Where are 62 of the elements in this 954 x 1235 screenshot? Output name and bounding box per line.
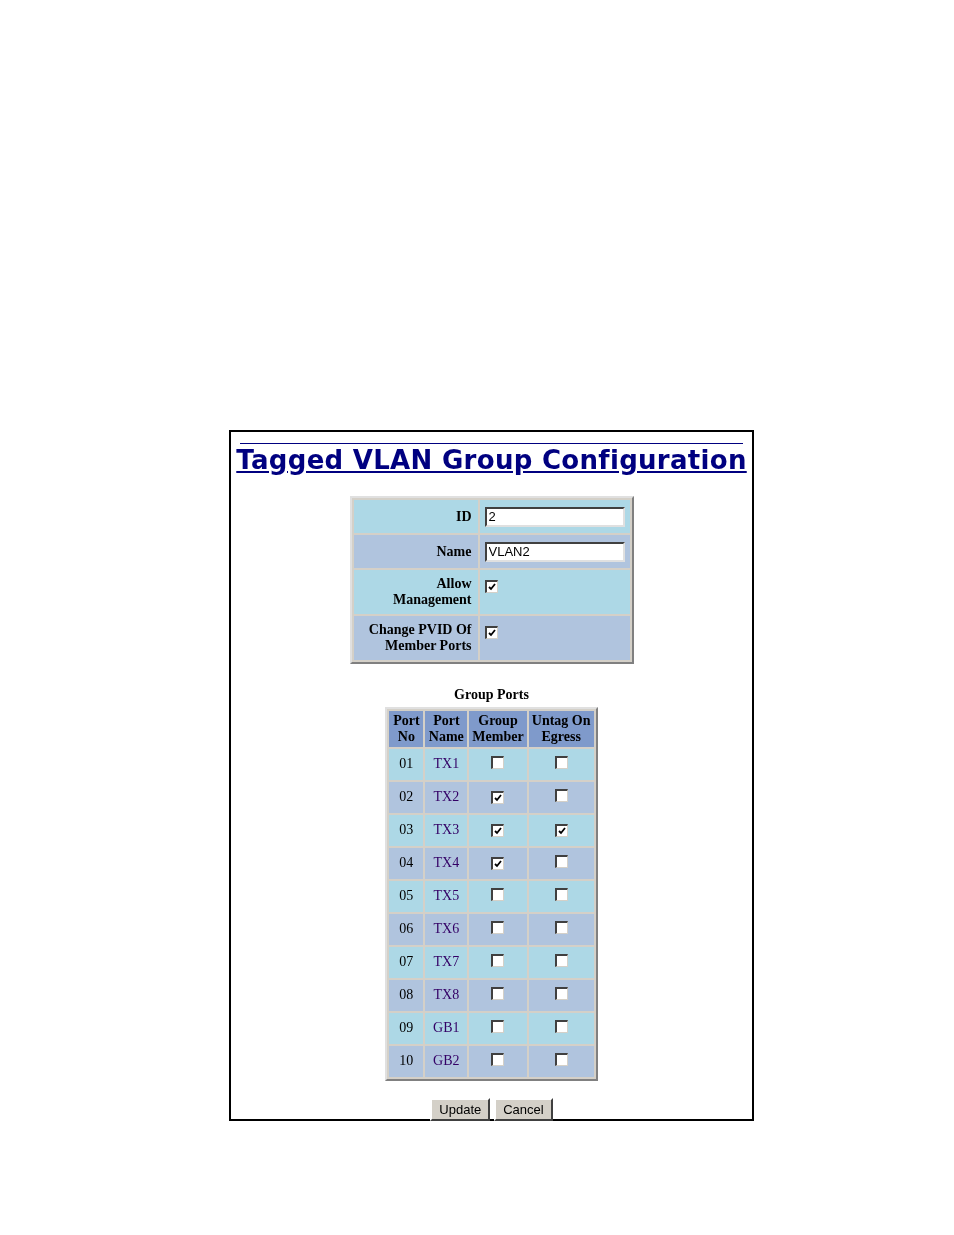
table-cell: 03 xyxy=(389,815,424,846)
table-caption: Group Ports xyxy=(454,686,529,704)
checkmark-icon xyxy=(487,583,496,591)
table-cell: TX3 xyxy=(425,815,468,846)
table-cell: 10 xyxy=(389,1046,424,1077)
column-header: Port Name xyxy=(425,711,468,747)
checkbox[interactable] xyxy=(554,954,568,967)
checkbox[interactable] xyxy=(484,626,498,639)
setting-label: ID xyxy=(353,500,478,533)
checkbox[interactable] xyxy=(554,987,568,1000)
table-cell: TX8 xyxy=(425,980,468,1011)
checkmark-icon xyxy=(494,794,503,802)
column-header: Untag On Egress xyxy=(528,711,594,747)
checkmark-icon xyxy=(557,827,566,835)
checkbox[interactable] xyxy=(491,857,505,870)
table-cell: TX5 xyxy=(425,881,468,912)
checkmark-icon xyxy=(487,629,496,637)
column-header: Port No xyxy=(389,711,424,747)
checkbox[interactable] xyxy=(554,921,568,934)
setting-label: Change PVID Of Member Ports xyxy=(353,616,478,660)
checkbox[interactable] xyxy=(491,1020,505,1033)
table-cell: 01 xyxy=(389,749,424,780)
table-cell: GB1 xyxy=(425,1013,468,1044)
table-cell: 04 xyxy=(389,848,424,879)
checkbox[interactable] xyxy=(484,580,498,593)
checkbox[interactable] xyxy=(491,987,505,1000)
table-cell: 02 xyxy=(389,782,424,813)
checkbox[interactable] xyxy=(554,1053,568,1066)
checkbox[interactable] xyxy=(554,789,568,802)
checkbox[interactable] xyxy=(491,824,505,837)
column-header: Group Member xyxy=(469,711,527,747)
checkbox[interactable] xyxy=(491,791,505,804)
table-cell: GB2 xyxy=(425,1046,468,1077)
page-title[interactable]: Tagged VLAN Group Configuration xyxy=(236,444,747,476)
table-cell: TX6 xyxy=(425,914,468,945)
checkbox[interactable] xyxy=(491,1053,505,1066)
table-cell: TX1 xyxy=(425,749,468,780)
table-cell: TX2 xyxy=(425,782,468,813)
checkbox[interactable] xyxy=(491,888,505,901)
text-field[interactable]: VLAN2 xyxy=(484,541,625,562)
checkbox[interactable] xyxy=(554,1020,568,1033)
checkbox[interactable] xyxy=(554,756,568,769)
table-cell: 07 xyxy=(389,947,424,978)
checkmark-icon xyxy=(494,860,503,868)
checkbox[interactable] xyxy=(491,756,505,769)
table-cell: 06 xyxy=(389,914,424,945)
checkbox[interactable] xyxy=(491,954,505,967)
checkbox[interactable] xyxy=(554,888,568,901)
setting-label: Allow Management xyxy=(353,570,478,614)
table-cell: TX7 xyxy=(425,947,468,978)
form-button[interactable]: Update xyxy=(430,1098,491,1121)
checkbox[interactable] xyxy=(554,855,568,868)
checkbox[interactable] xyxy=(491,921,505,934)
table-cell: 05 xyxy=(389,881,424,912)
setting-label: Name xyxy=(353,535,478,568)
form-button[interactable]: Cancel xyxy=(494,1098,553,1121)
table-cell: 08 xyxy=(389,980,424,1011)
checkmark-icon xyxy=(494,827,503,835)
text-field[interactable]: 2 xyxy=(484,506,625,527)
checkbox[interactable] xyxy=(554,824,568,837)
table-cell: TX4 xyxy=(425,848,468,879)
table-cell: 09 xyxy=(389,1013,424,1044)
